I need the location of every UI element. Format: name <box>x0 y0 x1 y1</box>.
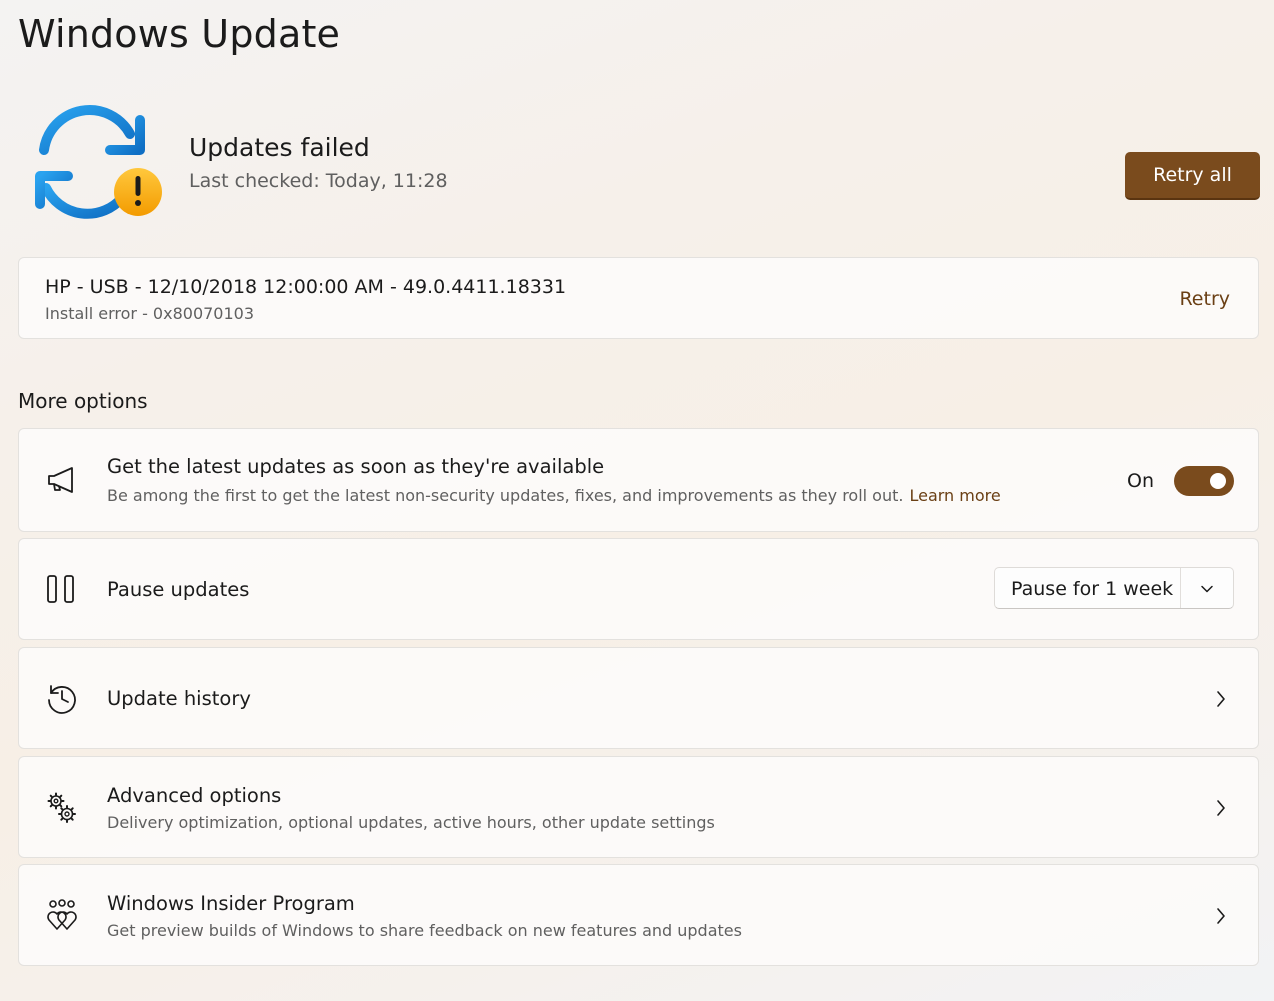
dropdown-separator <box>1180 568 1181 608</box>
latest-updates-toggle[interactable] <box>1174 466 1234 496</box>
megaphone-icon <box>45 463 81 499</box>
page-title: Windows Update <box>18 12 341 56</box>
learn-more-link[interactable]: Learn more <box>909 486 1000 505</box>
insider-program-description: Get preview builds of Windows to share f… <box>107 921 742 940</box>
latest-updates-card[interactable]: Get the latest updates as soon as they'r… <box>18 428 1259 532</box>
status-title: Updates failed <box>189 133 370 162</box>
insider-hearts-icon <box>45 898 81 934</box>
latest-updates-desc-text: Be among the first to get the latest non… <box>107 486 904 505</box>
update-history-title: Update history <box>107 687 251 710</box>
insider-program-card[interactable]: Windows Insider Program Get preview buil… <box>18 864 1259 966</box>
chevron-right-icon <box>1214 798 1228 818</box>
last-checked-text: Last checked: Today, 11:28 <box>189 170 448 192</box>
retry-all-button[interactable]: Retry all <box>1125 152 1260 200</box>
failed-update-card: HP - USB - 12/10/2018 12:00:00 AM - 49.0… <box>18 257 1259 339</box>
pause-duration-value: Pause for 1 week <box>1011 578 1174 600</box>
chevron-down-icon <box>1199 581 1215 597</box>
gears-icon <box>45 790 81 826</box>
retry-link[interactable]: Retry <box>1179 288 1230 310</box>
update-history-card[interactable]: Update history <box>18 647 1259 749</box>
chevron-right-icon <box>1214 906 1228 926</box>
more-options-heading: More options <box>18 389 148 413</box>
history-icon <box>45 681 81 717</box>
toggle-state-label: On <box>1127 470 1154 492</box>
pause-icon <box>45 572 81 608</box>
pause-duration-dropdown[interactable]: Pause for 1 week <box>994 567 1234 609</box>
update-name: HP - USB - 12/10/2018 12:00:00 AM - 49.0… <box>45 276 567 298</box>
advanced-options-title: Advanced options <box>107 784 282 807</box>
update-error: Install error - 0x80070103 <box>45 304 255 323</box>
insider-program-title: Windows Insider Program <box>107 892 355 915</box>
advanced-options-card[interactable]: Advanced options Delivery optimization, … <box>18 756 1259 858</box>
sync-warning-icon <box>30 104 166 220</box>
pause-updates-card: Pause updates Pause for 1 week <box>18 538 1259 640</box>
latest-updates-title: Get the latest updates as soon as they'r… <box>107 455 605 478</box>
pause-updates-title: Pause updates <box>107 578 250 601</box>
latest-updates-description: Be among the first to get the latest non… <box>107 486 1001 505</box>
toggle-knob <box>1210 473 1226 489</box>
advanced-options-description: Delivery optimization, optional updates,… <box>107 813 715 832</box>
chevron-right-icon <box>1214 689 1228 709</box>
